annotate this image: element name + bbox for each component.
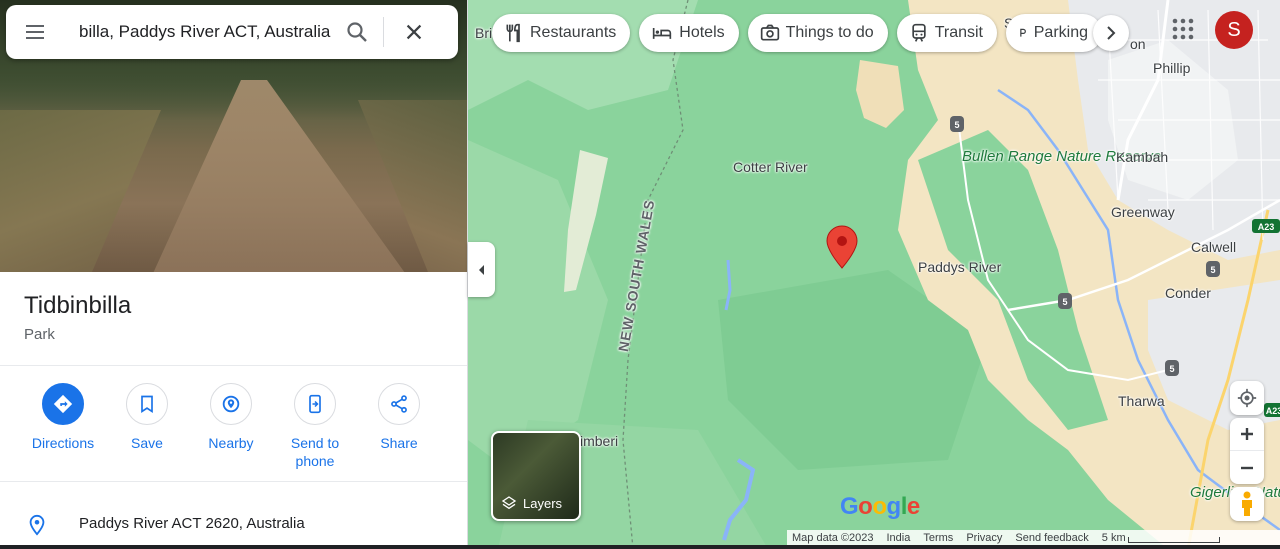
close-button[interactable] (384, 5, 444, 59)
nearby-icon (222, 395, 240, 413)
chip-transit[interactable]: Transit (896, 14, 997, 52)
map-label-bullen-range[interactable]: Bullen Range Nature Reserve (962, 149, 1161, 165)
map-label-brindabella-partial[interactable]: Bri (475, 25, 492, 41)
place-panel: Tidbinbilla Park Directions Save Nearby (0, 0, 468, 549)
region-link[interactable]: India (887, 532, 911, 544)
street-view-pegman[interactable] (1230, 487, 1264, 521)
close-icon (406, 24, 422, 40)
send-to-phone-button[interactable]: Send to phone (270, 383, 360, 470)
zoom-out-button[interactable] (1230, 451, 1264, 484)
privacy-link[interactable]: Privacy (966, 532, 1002, 544)
place-title: Tidbinbilla (24, 292, 132, 319)
map-label-phillip[interactable]: Phillip (1153, 60, 1190, 76)
account-avatar[interactable]: S (1215, 11, 1253, 49)
layers-button[interactable]: Layers (491, 431, 581, 521)
transit-icon (912, 23, 926, 42)
share-icon (391, 395, 407, 413)
google-apps-button[interactable] (1167, 13, 1199, 45)
menu-button[interactable] (6, 5, 64, 59)
chip-restaurants[interactable]: Restaurants (492, 14, 631, 52)
scale-bar[interactable] (1127, 536, 1220, 543)
nearby-label: Nearby (208, 435, 254, 451)
map-label-calwell[interactable]: Calwell (1191, 239, 1236, 255)
search-box (6, 5, 458, 59)
action-bar: Directions Save Nearby Send to phone Sha… (0, 383, 467, 473)
address-row[interactable]: Paddys River ACT 2620, Australia (0, 500, 467, 549)
minus-icon (1241, 466, 1253, 469)
camera-icon (760, 24, 779, 41)
chip-parking[interactable]: Parking (1006, 14, 1102, 52)
my-location-button[interactable] (1230, 381, 1264, 415)
address-text: Paddys River ACT 2620, Australia (79, 515, 305, 532)
parking-icon (1020, 28, 1026, 37)
layers-label: Layers (523, 495, 563, 511)
svg-text:5: 5 (1169, 364, 1174, 374)
directions-icon (53, 394, 73, 414)
chevron-right-icon (1107, 26, 1116, 40)
save-label: Save (131, 435, 163, 451)
chips-next-button[interactable] (1093, 15, 1129, 51)
place-type[interactable]: Park (24, 326, 55, 343)
search-icon (347, 22, 367, 42)
category-chips: Restaurants Hotels Things to do Transit … (492, 14, 1111, 52)
send-feedback-link[interactable]: Send feedback (1015, 532, 1088, 544)
map-label-conder[interactable]: Conder (1165, 285, 1211, 301)
restaurant-icon (506, 23, 520, 43)
map-label-on-partial[interactable]: on (1130, 36, 1146, 52)
hamburger-menu-icon (26, 25, 44, 39)
svg-text:A23: A23 (1266, 406, 1280, 416)
save-button[interactable]: Save (102, 383, 192, 452)
map-canvas[interactable]: 5 5 5 5 A23 A23 Cotter River Bullen Rang… (468, 0, 1280, 549)
chip-label: Restaurants (530, 24, 617, 41)
chip-things-to-do[interactable]: Things to do (747, 14, 888, 52)
chip-label: Hotels (679, 24, 725, 41)
map-label-cotter-river[interactable]: Cotter River (733, 159, 808, 175)
svg-text:5: 5 (1062, 297, 1067, 307)
share-label: Share (380, 435, 418, 451)
layers-icon (501, 496, 517, 510)
chip-label: Things to do (785, 24, 874, 41)
svg-text:5: 5 (954, 120, 959, 130)
svg-text:A23: A23 (1258, 222, 1275, 232)
search-input[interactable] (79, 17, 331, 47)
divider (0, 365, 467, 366)
chevron-left-icon (478, 264, 484, 275)
location-pin-icon (29, 514, 45, 536)
divider (0, 481, 467, 482)
phone-icon (309, 394, 321, 414)
share-button[interactable]: Share (354, 383, 444, 452)
map-terrain: 5 5 5 5 A23 A23 (468, 0, 1280, 549)
directions-button[interactable]: Directions (18, 383, 108, 452)
pegman-icon (1242, 491, 1252, 516)
bottom-edge (0, 545, 1280, 549)
zoom-controls (1230, 418, 1264, 484)
map-label-greenway[interactable]: Greenway (1111, 204, 1175, 220)
zoom-in-button[interactable] (1230, 418, 1264, 451)
map-label-paddys-river[interactable]: Paddys River (918, 259, 1001, 275)
hotel-icon (653, 28, 672, 39)
svg-text:5: 5 (1210, 265, 1215, 275)
map-footer: Map data ©2023 India Terms Privacy Send … (787, 530, 1280, 545)
map-data-credit[interactable]: Map data ©2023 (792, 532, 874, 544)
google-logo: Google (840, 493, 920, 520)
map-label-tharwa[interactable]: Tharwa (1118, 393, 1165, 409)
scale-label[interactable]: 5 km (1102, 532, 1126, 544)
bookmark-icon (141, 395, 153, 414)
plus-icon (1241, 428, 1253, 440)
terms-link[interactable]: Terms (923, 532, 953, 544)
chip-hotels[interactable]: Hotels (639, 14, 739, 52)
my-location-icon (1237, 388, 1257, 408)
map-label-imberi-partial[interactable]: imberi (580, 433, 618, 449)
send-to-phone-label: Send to phone (290, 435, 340, 469)
collapse-panel-button[interactable] (468, 242, 495, 297)
chip-label: Transit (934, 24, 983, 41)
directions-label: Directions (31, 435, 95, 451)
search-button[interactable] (331, 5, 383, 59)
apps-grid-icon (1172, 18, 1194, 40)
nearby-button[interactable]: Nearby (186, 383, 276, 452)
chip-label: Parking (1033, 24, 1088, 41)
map-label-kambah[interactable]: Kambah (1116, 149, 1168, 165)
